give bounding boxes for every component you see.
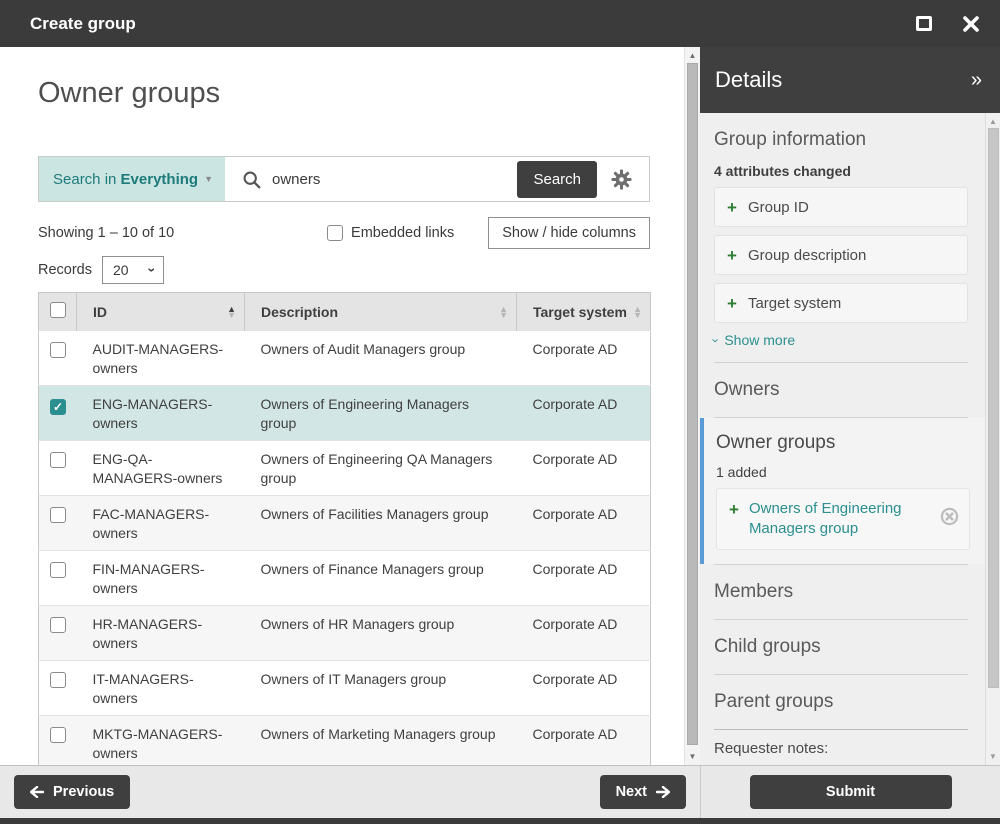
previous-button[interactable]: Previous [14, 775, 130, 809]
row-checkbox[interactable] [50, 672, 66, 688]
group-information-heading: Group information [714, 113, 968, 151]
details-panel-header: Details » [700, 47, 1000, 113]
remove-icon[interactable] [940, 507, 959, 526]
scroll-down-icon[interactable]: ▼ [986, 752, 1000, 761]
show-hide-columns-button[interactable]: Show / hide columns [488, 217, 650, 249]
table-row[interactable]: IT-MANAGERS-owners Owners of IT Managers… [39, 661, 651, 716]
arrow-left-icon [30, 786, 44, 798]
show-more-link[interactable]: › Show more [714, 332, 968, 348]
arrow-right-icon [656, 786, 670, 798]
maximize-icon[interactable] [916, 16, 932, 31]
search-input[interactable]: owners [225, 170, 517, 189]
column-header-description[interactable]: Description ▲▼ [245, 293, 517, 331]
search-bar: Search in Everything ▼ owners Search [38, 156, 650, 202]
records-per-page-select[interactable]: 20 › [102, 256, 164, 284]
table-row[interactable]: FAC-MANAGERS-owners Owners of Facilities… [39, 496, 651, 551]
sort-icon: ▲▼ [627, 306, 642, 318]
scroll-down-icon[interactable]: ▼ [685, 752, 700, 761]
added-owner-group-item: + Owners of Engineering Managers group [716, 488, 970, 550]
owner-group-link[interactable]: Owners of Engineering Managers group [749, 499, 930, 539]
title-bar: Create group [0, 0, 1000, 47]
changed-attribute-group-description: + Group description [714, 235, 968, 275]
details-title: Details [715, 67, 971, 93]
divider [714, 729, 968, 730]
table-row[interactable]: HR-MANAGERS-owners Owners of HR Managers… [39, 606, 651, 661]
gear-icon[interactable] [610, 168, 633, 191]
owner-groups-table: ID ▲▼ Description ▲▼ Target system [38, 292, 651, 765]
changed-attribute-group-id: + Group ID [714, 187, 968, 227]
owner-groups-section: Owner groups 1 added + Owners of Enginee… [700, 418, 990, 564]
row-checkbox[interactable] [50, 727, 66, 743]
page-title: Owner groups [38, 77, 650, 110]
records-label: Records [38, 262, 92, 278]
create-group-dialog: Create group Owner groups Search in Ever… [0, 0, 1000, 824]
search-scope-label: Search in Everything [53, 171, 198, 188]
table-row[interactable]: AUDIT-MANAGERS-owners Owners of Audit Ma… [39, 331, 651, 386]
owner-groups-heading: Owner groups [716, 432, 970, 454]
scrollbar-thumb[interactable] [988, 128, 999, 688]
table-header-row: ID ▲▼ Description ▲▼ Target system [39, 293, 651, 331]
members-section-heading[interactable]: Members [714, 565, 968, 619]
table-row[interactable]: FIN-MANAGERS-owners Owners of Finance Ma… [39, 551, 651, 606]
plus-icon: + [729, 501, 739, 518]
search-query: owners [272, 171, 320, 188]
select-chevron-icon: › [145, 268, 161, 273]
table-row[interactable]: ENG-QA-MANAGERS-owners Owners of Enginee… [39, 441, 651, 496]
requester-notes-label: Requester notes: [714, 740, 968, 757]
main-content: Owner groups Search in Everything ▼ owne… [0, 47, 700, 765]
window-title: Create group [30, 14, 916, 34]
collapse-panel-icon[interactable]: » [971, 69, 982, 92]
details-panel: Details » Group information 4 attributes… [700, 47, 1000, 765]
changed-attribute-target-system: + Target system [714, 283, 968, 323]
plus-icon: + [727, 199, 737, 216]
select-all-checkbox[interactable] [50, 302, 66, 318]
table-row[interactable]: MKTG-MANAGERS-owners Owners of Marketing… [39, 716, 651, 766]
main-scrollbar[interactable]: ▲ ▼ [684, 47, 700, 765]
child-groups-section-heading[interactable]: Child groups [714, 620, 968, 674]
dropdown-arrow-icon: ▼ [204, 174, 213, 184]
sort-icon: ▲▼ [493, 306, 508, 318]
results-count: Showing 1 – 10 of 10 [38, 225, 174, 241]
row-checkbox[interactable] [50, 562, 66, 578]
parent-groups-section-heading[interactable]: Parent groups [714, 675, 968, 729]
search-icon [242, 170, 261, 189]
sort-icon: ▲▼ [221, 306, 236, 318]
row-checkbox-checked[interactable]: ✓ [50, 399, 66, 415]
scroll-up-icon[interactable]: ▲ [986, 117, 1000, 126]
plus-icon: + [727, 247, 737, 264]
attributes-changed-status: 4 attributes changed [714, 163, 968, 179]
row-checkbox[interactable] [50, 342, 66, 358]
embedded-links-checkbox[interactable] [327, 225, 343, 241]
search-scope-dropdown[interactable]: Search in Everything ▼ [39, 157, 225, 201]
embedded-links-label: Embedded links [351, 225, 454, 241]
plus-icon: + [727, 295, 737, 312]
owner-groups-added-status: 1 added [716, 464, 970, 480]
row-checkbox[interactable] [50, 507, 66, 523]
column-header-id[interactable]: ID ▲▼ [77, 293, 245, 331]
close-icon[interactable] [962, 15, 980, 33]
scroll-up-icon[interactable]: ▲ [685, 51, 700, 60]
chevron-down-icon: › [709, 338, 724, 342]
owners-section-heading[interactable]: Owners [714, 363, 968, 417]
search-button[interactable]: Search [517, 161, 597, 198]
scrollbar-thumb[interactable] [687, 63, 698, 745]
column-header-target-system[interactable]: Target system ▲▼ [517, 293, 651, 331]
details-scrollbar[interactable]: ▲ ▼ [985, 113, 1000, 765]
table-row-selected[interactable]: ✓ ENG-MANAGERS-owners Owners of Engineer… [39, 386, 651, 441]
row-checkbox[interactable] [50, 617, 66, 633]
footer-bar: Previous Next Submit [0, 765, 1000, 818]
submit-button[interactable]: Submit [750, 775, 952, 809]
row-checkbox[interactable] [50, 452, 66, 468]
window-bottom-edge [0, 818, 1000, 824]
next-button[interactable]: Next [600, 775, 686, 809]
